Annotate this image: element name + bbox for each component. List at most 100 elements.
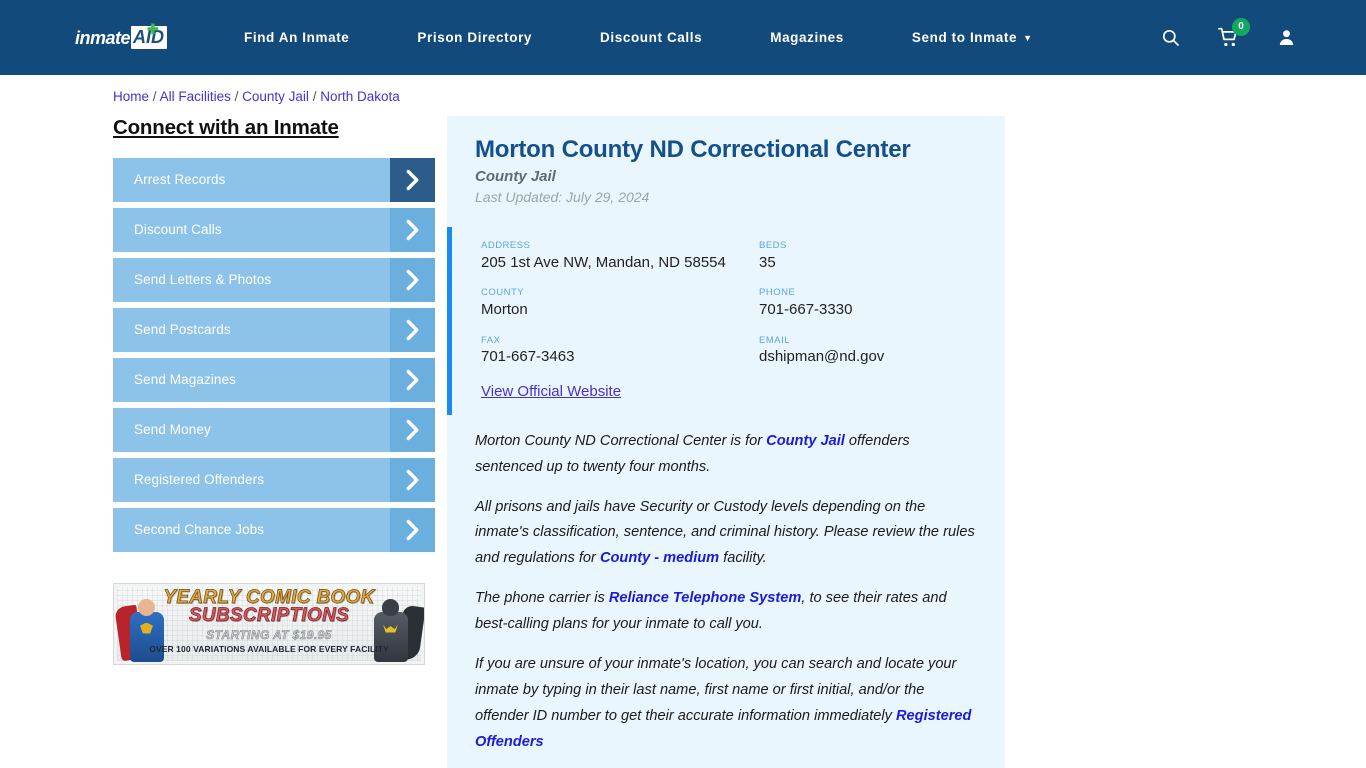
description-paragraph-1: Morton County ND Correctional Center is … xyxy=(475,429,977,481)
main-navigation: Find An Inmate Prison Directory Discount… xyxy=(244,31,1067,45)
chevron-right-icon xyxy=(390,407,435,452)
page-body: Home / All Facilities / County Jail / No… xyxy=(0,75,1366,768)
facility-info-grid: ADDRESS 205 1st Ave NW, Mandan, ND 58554… xyxy=(481,239,977,366)
page-title: Morton County ND Correctional Center xyxy=(475,135,911,163)
comic-book-ad-banner[interactable]: YEARLY COMIC BOOK SUBSCRIPTIONS STARTING… xyxy=(113,582,425,665)
sidebar-item-arrest-records[interactable]: Arrest Records xyxy=(113,157,435,202)
link-county-medium[interactable]: County - medium xyxy=(600,550,719,566)
info-field-beds: BEDS 35 xyxy=(759,239,977,272)
ad-headline-1: YEARLY COMIC BOOK xyxy=(163,586,375,608)
info-value: dshipman@nd.gov xyxy=(759,347,885,365)
sidebar-item-label: Send Postcards xyxy=(113,307,390,352)
info-label: PHONE xyxy=(759,287,796,299)
info-label: COUNTY xyxy=(481,287,525,299)
info-value: 701-667-3330 xyxy=(759,300,853,318)
info-label: BEDS xyxy=(759,240,787,252)
ad-subtext: OVER 100 VARIATIONS AVAILABLE FOR EVERY … xyxy=(149,643,389,654)
breadcrumb-separator: / xyxy=(234,89,239,104)
info-field-phone: PHONE 701-667-3330 xyxy=(759,286,977,319)
breadcrumb-north-dakota[interactable]: North Dakota xyxy=(320,89,400,104)
text-segment: facility. xyxy=(719,550,767,567)
sidebar-item-send-money[interactable]: Send Money xyxy=(113,407,435,452)
ad-copy: YEARLY COMIC BOOK SUBSCRIPTIONS STARTING… xyxy=(114,586,424,654)
last-updated-text: Last Updated: July 29, 2024 xyxy=(475,188,650,205)
chevron-down-icon: ▼ xyxy=(1023,32,1033,43)
description-paragraph-4: If you are unsure of your inmate's locat… xyxy=(475,652,977,756)
breadcrumb-all-facilities[interactable]: All Facilities xyxy=(160,89,231,104)
chevron-right-icon xyxy=(390,357,435,402)
facility-header: Morton County ND Correctional Center Cou… xyxy=(447,116,1005,206)
link-county-jail[interactable]: County Jail xyxy=(766,433,845,449)
sidebar-item-discount-calls[interactable]: Discount Calls xyxy=(113,207,435,252)
info-value: Morton xyxy=(481,300,528,318)
header-icon-group: 0 xyxy=(1161,0,1296,75)
cart-count-badge: 0 xyxy=(1232,18,1250,36)
chevron-right-icon xyxy=(390,457,435,502)
chevron-right-icon xyxy=(390,257,435,302)
breadcrumb-separator: / xyxy=(152,89,157,104)
ad-headline-2: SUBSCRIPTIONS xyxy=(188,604,350,626)
cart-icon[interactable]: 0 xyxy=(1218,18,1250,48)
facility-info-panel: ADDRESS 205 1st Ave NW, Mandan, ND 58554… xyxy=(447,227,1005,415)
info-value: 205 1st Ave NW, Mandan, ND 58554 xyxy=(481,253,726,271)
breadcrumb: Home / All Facilities / County Jail / No… xyxy=(0,75,1366,106)
view-official-website-link[interactable]: View Official Website xyxy=(481,383,621,400)
sidebar-item-registered-offenders[interactable]: Registered Offenders xyxy=(113,457,435,502)
nav-magazines[interactable]: Magazines xyxy=(736,31,878,45)
text-segment: Morton County ND Correctional Center is … xyxy=(475,432,767,449)
nav-label: Send to Inmate xyxy=(911,29,1018,45)
sidebar-heading: Connect with an Inmate xyxy=(113,115,339,139)
nav-label: Magazines xyxy=(770,29,844,45)
info-label: ADDRESS xyxy=(481,240,531,252)
sidebar-item-label: Arrest Records xyxy=(113,157,390,202)
sidebar-item-label: Second Chance Jobs xyxy=(113,507,390,552)
nav-discount-calls[interactable]: Discount Calls xyxy=(566,31,736,45)
chevron-right-icon xyxy=(390,157,435,202)
site-logo[interactable]: inmate AID ✚ xyxy=(75,20,187,52)
breadcrumb-home[interactable]: Home xyxy=(113,89,149,104)
info-value: 35 xyxy=(759,253,776,271)
facility-type: County Jail xyxy=(475,168,556,186)
breadcrumb-separator: / xyxy=(312,89,317,104)
user-icon[interactable] xyxy=(1277,28,1296,47)
info-field-fax: FAX 701-667-3463 xyxy=(481,334,759,367)
info-field-address: ADDRESS 205 1st Ave NW, Mandan, ND 58554 xyxy=(481,239,759,272)
info-field-email: EMAIL dshipman@nd.gov xyxy=(759,334,977,367)
nav-send-to-inmate[interactable]: Send to Inmate ▼ xyxy=(878,31,1067,45)
facility-description: Morton County ND Correctional Center is … xyxy=(447,415,1005,757)
search-icon[interactable] xyxy=(1161,28,1180,47)
nav-prison-directory[interactable]: Prison Directory xyxy=(383,31,566,45)
info-label: FAX xyxy=(481,334,501,346)
info-label: EMAIL xyxy=(759,334,791,346)
info-value: 701-667-3463 xyxy=(481,347,575,365)
sidebar: Connect with an Inmate Arrest Records Di… xyxy=(113,116,435,665)
nav-find-an-inmate[interactable]: Find An Inmate xyxy=(244,31,383,45)
nav-label: Discount Calls xyxy=(600,29,703,45)
text-segment: If you are unsure of your inmate's locat… xyxy=(475,656,957,725)
sidebar-item-send-letters-photos[interactable]: Send Letters & Photos xyxy=(113,257,435,302)
description-paragraph-3: The phone carrier is Reliance Telephone … xyxy=(475,586,977,638)
sidebar-item-send-postcards[interactable]: Send Postcards xyxy=(113,307,435,352)
info-field-county: COUNTY Morton xyxy=(481,286,759,319)
text-segment: The phone carrier is xyxy=(475,590,609,607)
sidebar-item-second-chance-jobs[interactable]: Second Chance Jobs xyxy=(113,507,435,552)
sidebar-item-label: Send Letters & Photos xyxy=(113,257,390,302)
breadcrumb-county-jail[interactable]: County Jail xyxy=(242,89,309,104)
chevron-right-icon xyxy=(390,207,435,252)
nav-label: Find An Inmate xyxy=(244,29,350,45)
link-reliance-telephone-system[interactable]: Reliance Telephone System xyxy=(609,590,802,606)
ad-price: STARTING AT $19.95 xyxy=(206,627,332,642)
chevron-right-icon xyxy=(390,307,435,352)
nav-label: Prison Directory xyxy=(417,29,533,45)
sidebar-item-label: Discount Calls xyxy=(113,207,390,252)
description-paragraph-2: All prisons and jails have Security or C… xyxy=(475,495,977,573)
sidebar-item-label: Send Money xyxy=(113,407,390,452)
logo-wordmark: inmate xyxy=(75,27,131,48)
sidebar-item-label: Registered Offenders xyxy=(113,457,390,502)
sidebar-item-label: Send Magazines xyxy=(113,357,390,402)
facility-detail-panel: Morton County ND Correctional Center Cou… xyxy=(447,115,1005,768)
logo-plus-icon: ✚ xyxy=(147,20,159,37)
chevron-right-icon xyxy=(390,507,435,552)
site-header: inmate AID ✚ Find An Inmate Prison Direct… xyxy=(0,0,1366,75)
sidebar-item-send-magazines[interactable]: Send Magazines xyxy=(113,357,435,402)
